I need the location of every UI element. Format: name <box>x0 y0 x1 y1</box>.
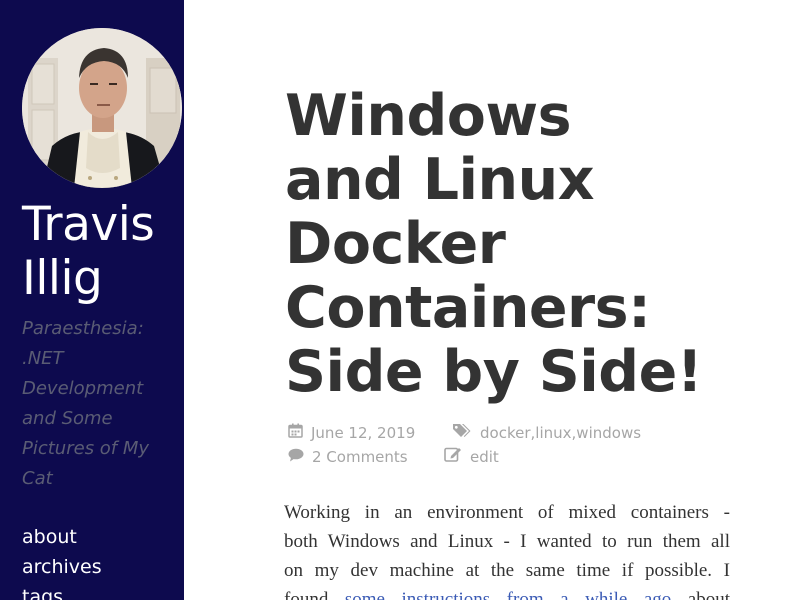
content-line: found some instructions from a while ago… <box>284 585 730 600</box>
post-date: June 12, 2019 <box>288 422 415 444</box>
content-line: on my dev machine at the same time if po… <box>284 560 730 581</box>
post-title-line: Containers: <box>285 275 651 341</box>
post-title-line: Side by Side! <box>285 339 703 405</box>
site-tagline: Paraesthesia: .NET Development and Some … <box>22 314 152 494</box>
post-tags: docker, linux, windows <box>452 422 641 444</box>
post-edit: edit <box>444 446 499 468</box>
site-title[interactable]: Travis Illig <box>22 198 182 306</box>
content-line: both Windows and Linux - I wanted to run… <box>284 531 730 552</box>
sidebar-nav: about archives tags <box>22 522 102 600</box>
avatar-photo <box>22 28 182 188</box>
nav-link-archives[interactable]: archives <box>22 552 102 582</box>
nav-link-tags[interactable]: tags <box>22 582 102 600</box>
comments-link[interactable]: 2 Comments <box>312 446 408 468</box>
sidebar: Travis Illig Paraesthesia: .NET Developm… <box>0 0 184 600</box>
edit-link[interactable]: edit <box>470 446 499 468</box>
tagline-line: and Some <box>22 408 113 429</box>
tagline-line: Development <box>22 378 144 399</box>
comment-bubble-icon <box>288 446 304 468</box>
calendar-icon <box>288 422 303 444</box>
instructions-link[interactable]: some instructions from a while ago <box>345 589 671 600</box>
site-title-line: Illig <box>22 251 103 306</box>
post-title[interactable]: Windows and Linux Docker Containers: Sid… <box>285 84 765 404</box>
nav-link-about[interactable]: about <box>22 522 102 552</box>
tag-link-windows[interactable]: windows <box>576 422 641 444</box>
post-date-text: June 12, 2019 <box>311 424 416 442</box>
tagline-line: Cat <box>22 468 53 489</box>
tag-link-docker[interactable]: docker <box>480 422 531 444</box>
avatar[interactable] <box>22 28 182 188</box>
post-title-line: and Linux <box>285 147 594 213</box>
post-title-line: Docker <box>285 211 506 277</box>
tag-link-linux[interactable]: linux <box>535 422 571 444</box>
nav-item: archives <box>22 552 102 582</box>
content-line: Working in an environment of mixed conta… <box>284 502 730 523</box>
nav-item: tags <box>22 582 102 600</box>
content-text: found <box>284 589 329 600</box>
post-comments: 2 Comments <box>288 446 408 468</box>
tagline-line: Pictures of My <box>22 438 150 459</box>
tagline-line: Paraesthesia: <box>22 318 144 339</box>
site-title-line: Travis <box>22 197 155 252</box>
content-text: about <box>687 589 731 600</box>
tagline-line: .NET <box>22 348 64 369</box>
post-title-line: Windows <box>285 83 572 149</box>
edit-icon <box>444 446 462 468</box>
post-content: Working in an environment of mixed conta… <box>284 498 730 600</box>
tags-icon <box>452 422 472 444</box>
nav-item: about <box>22 522 102 552</box>
